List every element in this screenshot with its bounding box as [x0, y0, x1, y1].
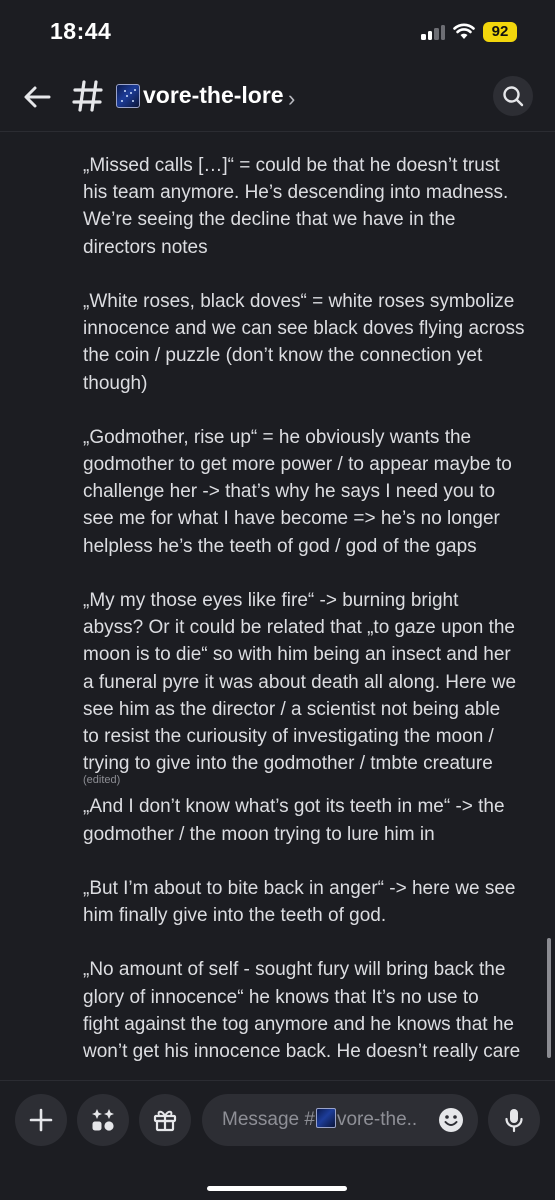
plus-icon: [29, 1108, 53, 1132]
message-line: „But I’m about to bite back in anger“ ->…: [83, 877, 516, 899]
message-line: We’re seeing the decline that we have in…: [83, 209, 456, 231]
message-body: „Missed calls […]“ = could be that he do…: [83, 152, 543, 777]
home-indicator[interactable]: [207, 1186, 347, 1191]
message-line: directors notes: [83, 236, 208, 258]
add-attachment-button[interactable]: [15, 1094, 67, 1146]
message-line: „And I don’t know what’s got its teeth i…: [83, 796, 505, 818]
status-bar: 18:44 92: [0, 0, 555, 64]
message-line: trying to give into the godmother / tmbt…: [83, 753, 493, 775]
message-line: godmother to get more power / to appear …: [83, 454, 512, 476]
hash-icon: [72, 80, 103, 112]
message-line: „White roses, black doves“ = white roses…: [83, 290, 515, 312]
cellular-signal-icon: [421, 24, 447, 40]
galaxy-emoji-icon: [116, 84, 140, 108]
chevron-right-icon[interactable]: ›: [288, 86, 295, 112]
channel-name[interactable]: vore-the-lore: [143, 82, 284, 109]
message-line: abyss? Or it could be related that „to g…: [83, 617, 515, 639]
apps-icon: [92, 1109, 114, 1131]
message-line: see him as the director / a scientist no…: [83, 698, 501, 720]
back-arrow-icon: [24, 86, 51, 108]
message-list[interactable]: „Missed calls […]“ = could be that he do…: [83, 152, 543, 1080]
back-button[interactable]: [20, 80, 54, 114]
apps-button[interactable]: [77, 1094, 129, 1146]
galaxy-emoji-icon: [315, 1108, 336, 1128]
channel-header: vore-the-lore ›: [0, 64, 555, 132]
message-line: to resist the curiousity of investigatin…: [83, 725, 494, 747]
message-line: challenge her -> that’s why he says I ne…: [83, 481, 496, 503]
message-line: helpless he’s the teeth of god / god of …: [83, 535, 477, 557]
message-line: won’t get his innocence back. He doesn’t…: [83, 1041, 521, 1062]
search-icon: [503, 86, 524, 107]
gift-button[interactable]: [139, 1094, 191, 1146]
message-line: his team anymore. He’s descending into m…: [83, 182, 509, 204]
message-line: innocence and we can see black doves fly…: [83, 318, 525, 340]
emoji-icon[interactable]: [438, 1107, 464, 1133]
message-line: a funeral pyre it was about death all al…: [83, 671, 517, 693]
message-line: godmother / the moon trying to lure him …: [83, 823, 435, 845]
message-line: fight against the tog anymore and he kno…: [83, 1013, 514, 1035]
message-body-continued: „And I don’t know what’s got its teeth i…: [83, 793, 543, 1065]
message-line: „Missed calls […]“ = could be that he do…: [83, 155, 500, 176]
message-input[interactable]: Message # vore-the..: [202, 1094, 478, 1146]
voice-message-button[interactable]: [488, 1094, 540, 1146]
status-time: 18:44: [50, 18, 112, 44]
microphone-icon: [505, 1109, 523, 1133]
scrollbar[interactable]: [547, 938, 551, 1058]
wifi-icon: [453, 23, 475, 39]
search-button[interactable]: [493, 76, 533, 116]
message-line: moon is to die“ so with him being an ins…: [83, 644, 511, 666]
message-line: „No amount of self - sought fury will br…: [83, 959, 506, 981]
message-line: glory of innocence“ he knows that It’s n…: [83, 986, 479, 1008]
message-line: him finally give into the teeth of god.: [83, 905, 387, 927]
message-line: see me for what I have become => he’s no…: [83, 508, 500, 530]
message-line: „Godmother, rise up“ = he obviously want…: [83, 426, 472, 448]
battery-indicator: 92: [483, 22, 517, 42]
gift-icon: [153, 1110, 177, 1132]
message-line: the coin / puzzle (don’t know the connec…: [83, 345, 483, 367]
message-composer: Message # vore-the..: [0, 1080, 555, 1200]
message-line: „My my those eyes like fire“ -> burning …: [83, 590, 459, 611]
message-line: though): [83, 372, 148, 394]
message-placeholder: Message # vore-the..: [222, 1108, 418, 1130]
